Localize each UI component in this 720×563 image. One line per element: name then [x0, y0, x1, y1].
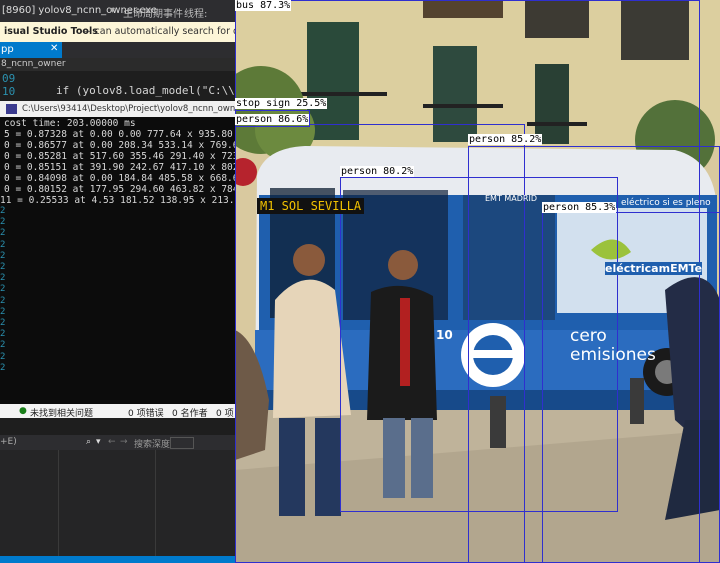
- shortcut-hint: +E): [0, 437, 17, 447]
- code-line[interactable]: if (yolov8.load_model("C:\\Use: [56, 84, 235, 97]
- brand-logo: EMT MADRID: [485, 194, 537, 203]
- detection-label-person: person 85.2%: [468, 134, 543, 145]
- bus-banner: eléctrico si es pleno: [621, 198, 711, 208]
- gutter-digit: 2: [0, 340, 6, 351]
- console-line: 0 = 0.85151 at 391.90 242.67 417.10 x 80…: [4, 162, 235, 173]
- chevron-down-icon[interactable]: ▾: [96, 437, 101, 447]
- back-arrow-icon[interactable]: ←: [108, 437, 116, 447]
- console-line: 0 = 0.84098 at 0.00 184.84 485.58 x 668.…: [4, 173, 235, 184]
- line-number: 09: [2, 72, 16, 85]
- check-icon: ●: [19, 406, 27, 416]
- detection-label-stop-sign: stop sign 25.5%: [235, 98, 328, 109]
- console-output[interactable]: cost time: 203.00000 ms 5 = 0.87328 at 0…: [0, 117, 235, 407]
- gutter-digit: 2: [0, 351, 6, 362]
- console-line: 0 = 0.80152 at 177.95 294.60 463.82 x 78…: [4, 184, 235, 195]
- find-toolbar: +E) ⌕ ▾ ← → 搜索深度: [0, 435, 235, 450]
- route-number: 10: [436, 328, 453, 342]
- editor-gutter: 2 2 2 2 2 2 2 2 2 2 2 2 2 2 2: [0, 206, 6, 402]
- gutter-digit: 2: [0, 217, 6, 228]
- console-titlebar[interactable]: C:\Users\93414\Desktop\Project\yolov8_nc…: [0, 101, 235, 117]
- gutter-digit: 2: [0, 228, 6, 239]
- gutter-digit: 2: [0, 318, 6, 329]
- gutter-digit: 2: [0, 329, 6, 340]
- tab-main-cpp[interactable]: pp ✕: [0, 42, 62, 58]
- gutter-digit: 2: [0, 362, 6, 373]
- notification-message[interactable]: — can automatically search for developme…: [82, 26, 235, 37]
- notification-bar: isual Studio Tools — can automatically s…: [0, 22, 235, 42]
- tab-label: pp: [1, 44, 14, 55]
- lifecycle-events-label[interactable]: 生命周期事件: [123, 5, 183, 20]
- forward-arrow-icon[interactable]: →: [120, 437, 128, 447]
- gutter-digit: 2: [0, 306, 6, 317]
- bus-destination-sign: M1 SOL SEVILLA: [257, 198, 365, 214]
- error-list-status: ● 未找到相关问题 0 项错误 0 名作者 0 项: [0, 404, 235, 419]
- line-number: 10: [2, 85, 16, 98]
- breadcrumb[interactable]: 8_ncnn_owner: [0, 58, 235, 71]
- search-icon[interactable]: ⌕: [86, 437, 91, 447]
- ad-text: eléctricamEMTe: [605, 262, 703, 275]
- vs-status-bar: [0, 556, 235, 563]
- detection-label-person: person 86.6%: [235, 114, 310, 125]
- thread-label: 线程:: [184, 9, 208, 20]
- column-divider[interactable]: [58, 450, 59, 556]
- gutter-digit: 2: [0, 262, 6, 273]
- dropdown-icon[interactable]: ▾: [110, 5, 115, 16]
- detection-label-person: person 80.2%: [340, 166, 415, 177]
- search-depth-label[interactable]: 搜索深度: [134, 437, 170, 450]
- gutter-digit: 2: [0, 295, 6, 306]
- console-icon: [6, 104, 17, 114]
- gutter-digit: 2: [0, 250, 6, 261]
- console-line: 0 = 0.86577 at 0.00 208.34 533.14 x 769.…: [4, 140, 235, 151]
- console-path: C:\Users\93414\Desktop\Project\yolov8_nc…: [22, 104, 235, 114]
- column-divider[interactable]: [155, 450, 156, 556]
- breadcrumb-project[interactable]: 8_ncnn_owner: [1, 59, 66, 69]
- console-line: 11 = 0.25533 at 4.53 181.52 138.95 x 213…: [0, 195, 235, 206]
- close-icon[interactable]: ✕: [50, 43, 58, 54]
- console-line: 0 = 0.85281 at 517.60 355.46 291.40 x 72…: [4, 151, 235, 162]
- watch-panel[interactable]: [0, 450, 235, 556]
- detection-label-person: person 85.3%: [542, 202, 617, 213]
- gutter-digit: 2: [0, 239, 6, 250]
- depth-select[interactable]: [170, 437, 194, 449]
- gutter-digit: 2: [0, 284, 6, 295]
- side-slogan-line2: emisiones: [570, 345, 656, 365]
- visual-studio-window: [8960] yolov8_ncnn_owner.exe ▾ 生命周期事件 线程…: [0, 0, 235, 563]
- console-line: cost time: 203.00000 ms: [4, 118, 136, 129]
- detection-result-image: bus 87.3% stop sign 25.5% person 86.6% p…: [235, 0, 720, 563]
- side-slogan-line1: cero: [570, 326, 607, 346]
- gutter-digit: 2: [0, 206, 6, 216]
- console-line: 5 = 0.87328 at 0.00 0.00 777.64 x 935.80: [4, 129, 233, 140]
- panel-spacer: [0, 418, 235, 435]
- gutter-digit: 2: [0, 273, 6, 284]
- detection-label-bus: bus 87.3%: [235, 0, 292, 11]
- debug-titlebar: [8960] yolov8_ncnn_owner.exe ▾ 生命周期事件 线程…: [0, 0, 235, 22]
